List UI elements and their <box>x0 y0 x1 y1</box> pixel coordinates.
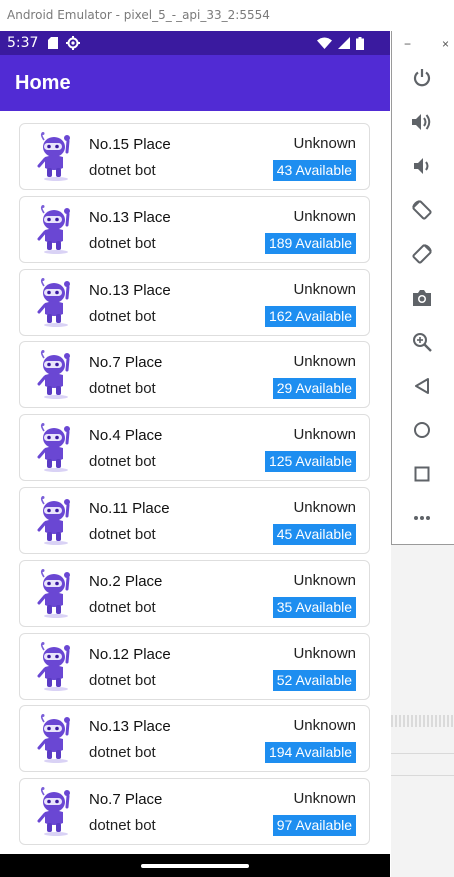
divider <box>391 753 454 754</box>
status-time: 5:37 <box>7 35 39 51</box>
divider <box>391 775 454 776</box>
desktop-background <box>391 545 454 877</box>
list-item[interactable]: No.12 Place dotnet bot Unknown 52 Availa… <box>19 632 370 700</box>
place-status: Unknown <box>293 790 356 808</box>
dotnet-bot-image <box>34 787 78 837</box>
camera-icon[interactable] <box>408 284 436 312</box>
app-bar: Home <box>0 55 390 111</box>
place-status: Unknown <box>293 717 356 735</box>
place-subtitle: dotnet bot <box>89 162 156 179</box>
availability-badge: 125 Available <box>264 451 356 473</box>
place-status: Unknown <box>293 207 356 225</box>
place-status: Unknown <box>293 571 356 589</box>
status-bar: 5:37 <box>0 31 390 55</box>
place-title: No.13 Place <box>89 281 171 299</box>
availability-badge: 29 Available <box>272 378 356 400</box>
place-title: No.15 Place <box>89 136 171 153</box>
places-list[interactable]: No.15 Place dotnet bot Unknown 43 Availa… <box>0 111 390 854</box>
volume-up-icon[interactable] <box>408 108 436 136</box>
emulator-toolbar: − × <box>391 31 454 545</box>
place-subtitle: dotnet bot <box>89 598 156 616</box>
place-title: No.13 Place <box>89 718 171 736</box>
place-subtitle: dotnet bot <box>89 453 156 471</box>
availability-badge: 162 Available <box>264 305 356 327</box>
close-button[interactable]: × <box>442 37 449 51</box>
availability-badge: 52 Available <box>272 669 356 691</box>
list-item[interactable]: No.2 Place dotnet bot Unknown 35 Availab… <box>19 559 370 627</box>
sd-card-icon <box>48 37 59 49</box>
page-title: Home <box>15 71 71 94</box>
place-title: No.11 Place <box>89 500 170 517</box>
place-title: No.4 Place <box>89 427 163 445</box>
volume-down-icon[interactable] <box>408 152 436 180</box>
place-subtitle: dotnet bot <box>89 671 156 689</box>
home-icon[interactable] <box>408 416 436 444</box>
phone-screen: 5:37 Home No.15 Place dotnet bot Unknown… <box>0 31 390 877</box>
settings-gear-icon <box>66 36 81 50</box>
list-item[interactable]: No.13 Place dotnet bot Unknown 194 Avail… <box>19 705 370 773</box>
place-status: Unknown <box>293 499 356 516</box>
place-subtitle: dotnet bot <box>89 744 156 762</box>
more-icon[interactable] <box>408 504 436 532</box>
emulator-window-title: Android Emulator - pixel_5_-_api_33_2:55… <box>0 0 390 31</box>
availability-badge: 45 Available <box>272 524 356 545</box>
gesture-nav-bar <box>0 854 390 877</box>
place-subtitle: dotnet bot <box>89 380 156 398</box>
list-item[interactable]: No.13 Place dotnet bot Unknown 162 Avail… <box>19 268 370 336</box>
place-status: Unknown <box>293 353 356 371</box>
availability-badge: 35 Available <box>272 596 356 618</box>
list-item[interactable]: No.11 Place dotnet bot Unknown 45 Availa… <box>19 487 370 554</box>
wifi-icon <box>317 37 332 49</box>
availability-badge: 189 Available <box>264 232 356 254</box>
minimize-button[interactable]: − <box>404 37 411 51</box>
list-item[interactable]: No.7 Place dotnet bot Unknown 97 Availab… <box>19 778 370 846</box>
dotnet-bot-image <box>34 204 78 255</box>
place-subtitle: dotnet bot <box>89 526 156 543</box>
place-title: No.7 Place <box>89 354 163 372</box>
signal-icon <box>338 37 350 49</box>
dotnet-bot-image <box>34 423 78 473</box>
dotnet-bot-image <box>34 350 78 400</box>
zoom-icon[interactable] <box>408 328 436 356</box>
power-icon[interactable] <box>408 64 436 92</box>
list-item[interactable]: No.7 Place dotnet bot Unknown 29 Availab… <box>19 341 370 409</box>
place-subtitle: dotnet bot <box>89 234 156 252</box>
battery-icon <box>356 36 364 50</box>
place-subtitle: dotnet bot <box>89 307 156 325</box>
availability-badge: 97 Available <box>272 815 356 837</box>
availability-badge: 43 Available <box>272 160 356 181</box>
place-status: Unknown <box>293 426 356 444</box>
home-gesture-handle[interactable] <box>141 864 249 868</box>
list-item[interactable]: No.13 Place dotnet bot Unknown 189 Avail… <box>19 195 370 263</box>
dotnet-bot-image <box>34 496 78 546</box>
dotnet-bot-image <box>34 641 78 692</box>
overview-icon[interactable] <box>408 460 436 488</box>
place-title: No.7 Place <box>89 791 163 809</box>
list-item[interactable]: No.15 Place dotnet bot Unknown 43 Availa… <box>19 123 370 190</box>
divider <box>391 715 454 727</box>
availability-badge: 194 Available <box>264 742 356 764</box>
place-subtitle: dotnet bot <box>89 817 156 835</box>
list-item[interactable]: No.4 Place dotnet bot Unknown 125 Availa… <box>19 414 370 482</box>
dotnet-bot-image <box>34 568 78 619</box>
dotnet-bot-image <box>34 132 78 182</box>
back-icon[interactable] <box>408 372 436 400</box>
place-title: No.12 Place <box>89 645 171 663</box>
dotnet-bot-image <box>34 277 78 328</box>
place-status: Unknown <box>293 644 356 662</box>
place-title: No.2 Place <box>89 572 163 590</box>
place-status: Unknown <box>293 280 356 298</box>
dotnet-bot-image <box>34 714 78 764</box>
rotate-left-icon[interactable] <box>408 196 436 224</box>
rotate-right-icon[interactable] <box>408 240 436 268</box>
place-title: No.13 Place <box>89 208 171 226</box>
place-status: Unknown <box>293 135 356 152</box>
